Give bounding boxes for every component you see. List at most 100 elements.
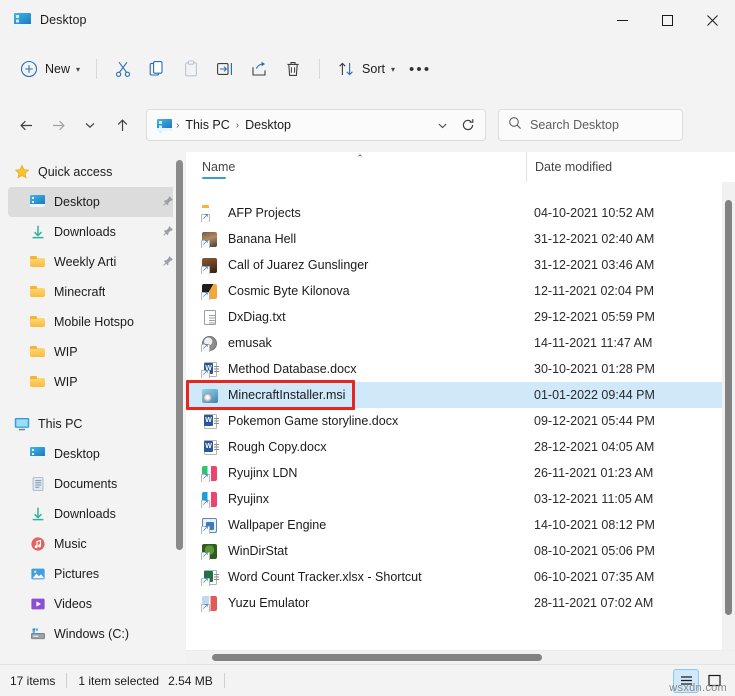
sidebar-item-label: Windows (C:) [54,627,129,641]
file-row[interactable]: Banana Hell31-12-2021 02:40 AM [186,226,722,252]
column-header-date-modified[interactable]: Date modified [526,152,712,182]
file-name-cell: Pokemon Game storyline.docx [194,413,526,430]
file-list-pane: Name ⌃ Date modified AFP Projects04-10-2… [186,152,735,664]
large-icons-view-button[interactable] [701,669,727,693]
search-box[interactable] [498,109,683,141]
desktop-icon [30,446,46,462]
sidebar-item-this-pc[interactable]: This PC [8,409,178,439]
delete-button[interactable] [276,52,310,86]
file-list: AFP Projects04-10-2021 10:52 AMBanana He… [186,182,722,616]
desktop-folder-icon [14,13,31,27]
details-view-button[interactable] [673,669,699,693]
file-row[interactable]: Call of Juarez Gunslinger31-12-2021 03:4… [186,252,722,278]
sidebar-item-label: Music [54,537,87,551]
trash-icon [283,59,303,79]
minimize-button[interactable] [600,0,645,40]
sidebar-item-windows-c[interactable]: Windows (C:) [8,619,178,649]
sidebar-item-wip[interactable]: WIP [8,367,178,397]
pin-icon [158,255,174,270]
rename-button[interactable] [208,52,242,86]
sidebar-item-quick-access[interactable]: Quick access [8,157,178,187]
file-list-vertical-scrollbar-thumb[interactable] [725,200,732,615]
paste-button[interactable] [174,52,208,86]
close-button[interactable] [690,0,735,40]
forward-button[interactable] [42,109,74,141]
back-button[interactable] [10,109,42,141]
file-name-cell: Call of Juarez Gunslinger [194,257,526,274]
file-row[interactable]: Ryujinx LDN26-11-2021 01:23 AM [186,460,722,486]
share-button[interactable] [242,52,276,86]
sidebar-item-music[interactable]: Music [8,529,178,559]
shortcut-overlay-icon [201,240,210,248]
sort-button[interactable]: Sort ▾ [329,52,402,86]
sort-indicator-underline [202,177,226,179]
sidebar-item-wip[interactable]: WIP [8,337,178,367]
column-header-name-label: Name [202,160,235,174]
file-row[interactable]: Rough Copy.docx28-12-2021 04:05 AM [186,434,722,460]
sidebar-item-mobile-hotspo[interactable]: Mobile Hotspo [8,307,178,337]
sidebar-item-weekly-arti[interactable]: Weekly Arti [8,247,178,277]
sidebar-item-desktop[interactable]: Desktop [8,439,178,469]
sidebar-item-downloads[interactable]: Downloads [8,217,178,247]
file-row[interactable]: Word Count Tracker.xlsx - Shortcut06-10-… [186,564,722,590]
sidebar-scrollbar[interactable] [173,152,186,664]
file-row[interactable]: emusak14-11-2021 11:47 AM [186,330,722,356]
refresh-button[interactable] [455,112,481,138]
breadcrumb-item-desktop[interactable]: Desktop [240,115,296,135]
sidebar-item-pictures[interactable]: Pictures [8,559,178,589]
copy-button[interactable] [140,52,174,86]
view-mode-buttons [673,669,727,693]
file-list-horizontal-scrollbar[interactable] [186,650,735,664]
search-input[interactable] [530,118,673,132]
file-row[interactable]: Cosmic Byte Kilonova12-11-2021 02:04 PM [186,278,722,304]
file-row[interactable]: Wallpaper Engine14-10-2021 08:12 PM [186,512,722,538]
file-name-label: Banana Hell [228,232,296,246]
status-selection: 1 item selected [78,674,159,688]
breadcrumb[interactable]: › This PC › Desktop [146,109,486,141]
share-icon [249,59,269,79]
cut-button[interactable] [106,52,140,86]
window-controls [600,0,735,40]
clipboard-icon [181,59,201,79]
address-bar-row: › This PC › Desktop [0,98,735,152]
sidebar-scrollbar-thumb[interactable] [176,160,183,550]
file-row[interactable]: Ryujinx03-12-2021 11:05 AM [186,486,722,512]
sidebar-item-documents[interactable]: Documents [8,469,178,499]
file-row[interactable]: Method Database.docx30-10-2021 01:28 PM [186,356,722,382]
chevron-down-icon-sort: ▾ [391,66,395,74]
file-row[interactable]: AFP Projects04-10-2021 10:52 AM [186,200,722,226]
drive-icon [30,626,46,642]
file-list-horizontal-scrollbar-thumb[interactable] [212,654,542,661]
column-header-name[interactable]: Name ⌃ [194,152,526,182]
shortcut-overlay-icon [201,526,210,534]
new-button[interactable]: New ▾ [12,52,87,86]
file-name-label: Wallpaper Engine [228,518,326,532]
word-doc-icon [202,439,219,456]
recent-locations-button[interactable] [74,109,106,141]
file-date-modified-cell: 03-12-2021 11:05 AM [526,492,712,506]
more-button[interactable]: ••• [402,52,438,86]
file-row[interactable]: DxDiag.txt29-12-2021 05:59 PM [186,304,722,330]
msi-installer-icon [202,387,219,404]
file-date-modified-cell: 04-10-2021 10:52 AM [526,206,712,220]
breadcrumb-item-this-pc[interactable]: This PC [180,115,234,135]
sidebar-item-downloads[interactable]: Downloads [8,499,178,529]
up-button[interactable] [106,109,138,141]
windirstat-icon [202,543,219,560]
search-icon [508,116,522,135]
maximize-button[interactable] [645,0,690,40]
file-list-vertical-scrollbar[interactable] [722,182,735,650]
sidebar-item-videos[interactable]: Videos [8,589,178,619]
file-row[interactable]: MinecraftInstaller.msi01-01-2022 09:44 P… [186,382,722,408]
breadcrumb-dropdown-button[interactable] [429,112,455,138]
folder-icon [30,344,46,360]
file-row[interactable]: Yuzu Emulator28-11-2021 07:02 AM [186,590,722,616]
file-row[interactable]: Pokemon Game storyline.docx09-12-2021 05… [186,408,722,434]
file-name-label: WinDirStat [228,544,288,558]
status-bar: 17 items 1 item selected 2.54 MB wsxdn.c… [0,664,735,696]
command-toolbar: New ▾ [0,40,735,98]
shortcut-overlay-icon [201,604,210,612]
sidebar-item-desktop[interactable]: Desktop [8,187,178,217]
sidebar-item-minecraft[interactable]: Minecraft [8,277,178,307]
file-row[interactable]: WinDirStat08-10-2021 05:06 PM [186,538,722,564]
